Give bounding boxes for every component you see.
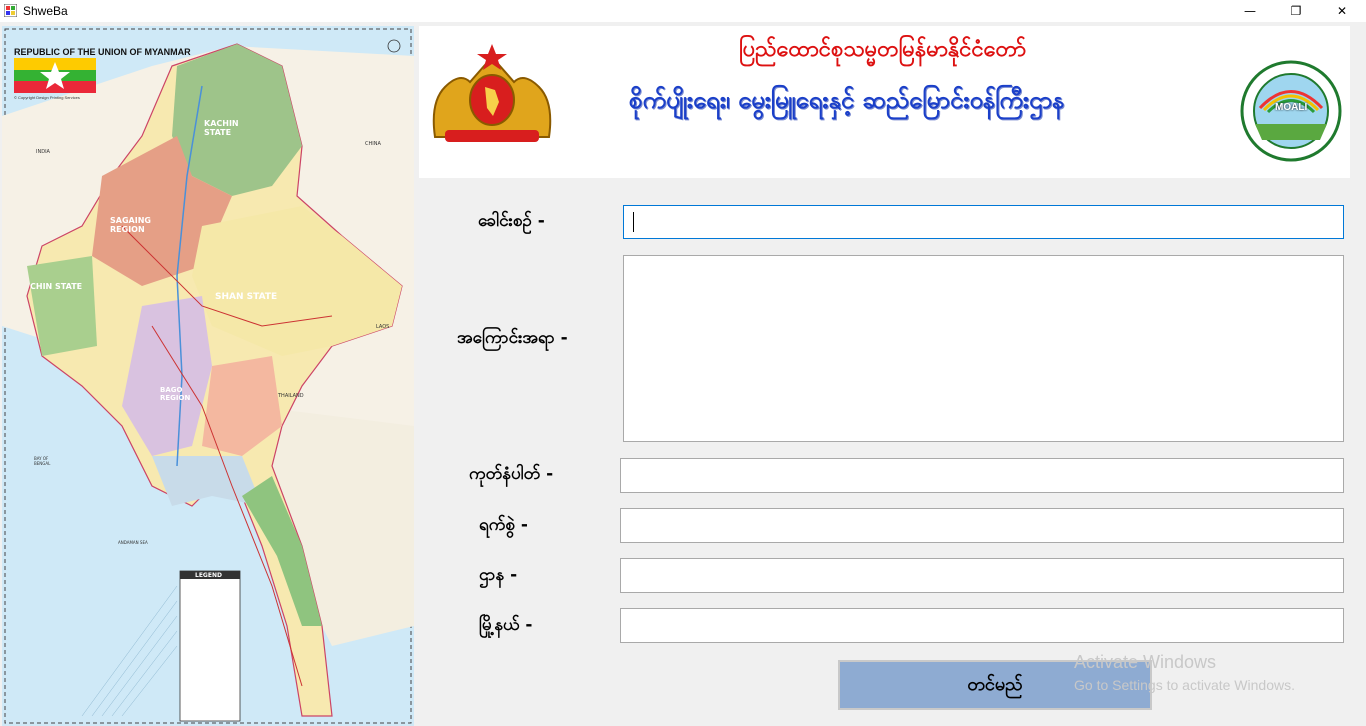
code-label: ကုတ်နံပါတ် - bbox=[469, 464, 554, 484]
activate-windows-subtitle: Go to Settings to activate Windows. bbox=[1074, 677, 1295, 693]
department-input[interactable] bbox=[620, 558, 1344, 593]
moali-logo-text: MOALI bbox=[1275, 102, 1308, 113]
banner-country-title: ပြည်ထောင်စုသမ္မတမြန်မာနိုင်ငံတော် bbox=[739, 37, 1027, 62]
header-banner: ပြည်ထောင်စုသမ္မတမြန်မာနိုင်ငံတော် စိုက်ပ… bbox=[419, 26, 1350, 178]
map-label-india: INDIA bbox=[36, 149, 50, 155]
map-label-shan: SHAN STATE bbox=[215, 292, 278, 302]
submit-button-label: တင်မည် bbox=[967, 673, 1023, 695]
moali-logo-icon: MOALI bbox=[1240, 60, 1342, 162]
title-label: ခေါင်းစဉ် - bbox=[478, 211, 545, 231]
date-label: ရက်စွဲ - bbox=[479, 515, 528, 535]
map-label-thailand: THAILAND bbox=[278, 393, 304, 399]
title-input[interactable] bbox=[623, 205, 1344, 239]
map-label-chin: CHIN STATE bbox=[30, 282, 83, 291]
maximize-icon: ❐ bbox=[1290, 4, 1302, 18]
myanmar-flag-icon bbox=[14, 58, 96, 93]
township-input[interactable] bbox=[620, 608, 1344, 643]
township-label: မြို့နယ် - bbox=[479, 615, 533, 635]
date-input[interactable] bbox=[620, 508, 1344, 543]
title-bar: ShweBa — ❐ ✕ bbox=[0, 0, 1366, 22]
department-label: ဌာန - bbox=[479, 565, 518, 585]
map-label-andaman-sea: ANDAMAN SEA bbox=[118, 540, 148, 545]
banner-ministry-title: စိုက်ပျိုးရေး၊ မွေးမြူရေးနှင့် ဆည်မြောင်… bbox=[629, 86, 1065, 114]
close-button[interactable]: ✕ bbox=[1319, 0, 1365, 22]
state-emblem-icon bbox=[432, 44, 552, 142]
myanmar-map-image: REPUBLIC OF THE UNION OF MYANMAR © Copyr… bbox=[2, 26, 414, 726]
close-icon: ✕ bbox=[1336, 4, 1348, 18]
text-caret bbox=[633, 212, 634, 232]
minimize-button[interactable]: — bbox=[1227, 0, 1273, 22]
activate-windows-title: Activate Windows bbox=[1074, 652, 1217, 672]
map-label-bago: BAGO REGION bbox=[160, 386, 191, 402]
map-label-kachin: KACHIN STATE bbox=[204, 119, 239, 137]
content-textarea[interactable] bbox=[623, 255, 1344, 442]
map-title: REPUBLIC OF THE UNION OF MYANMAR bbox=[14, 47, 191, 57]
window-title: ShweBa bbox=[23, 4, 68, 18]
map-label-sagaing: SAGAING REGION bbox=[110, 216, 151, 234]
code-input[interactable] bbox=[620, 458, 1344, 493]
maximize-button[interactable]: ❐ bbox=[1273, 0, 1319, 22]
map-legend-title: LEGEND bbox=[195, 572, 222, 579]
app-icon bbox=[4, 4, 17, 17]
content-label: အကြောင်းအရာ - bbox=[457, 328, 568, 348]
map-label-bay-of-bengal: BAY OF BENGAL bbox=[34, 456, 51, 466]
map-label-laos: LAOS bbox=[376, 324, 390, 330]
map-label-china: CHINA bbox=[365, 141, 381, 147]
map-copyright: © Copyright Design Printing Services bbox=[14, 95, 80, 100]
minimize-icon: — bbox=[1244, 4, 1256, 18]
